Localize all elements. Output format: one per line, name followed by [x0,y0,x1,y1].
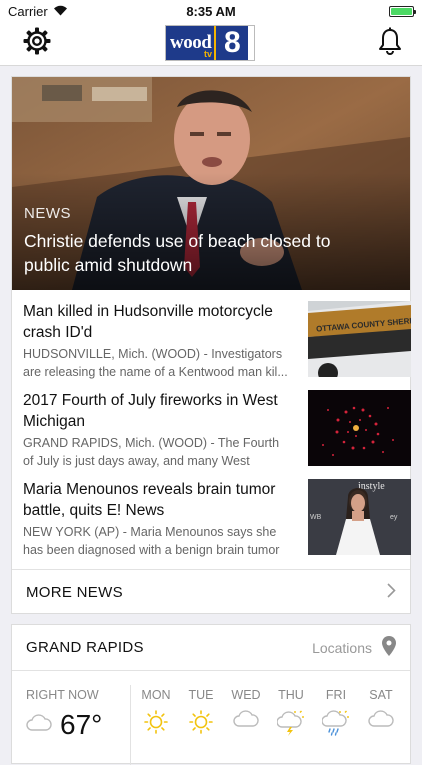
story-summary: GRAND RAPIDS, Mich. (WOOD) - The Fourth … [23,436,280,468]
cloud-icon [361,710,401,728]
story-title[interactable]: Maria Menounos reveals brain tumor battl… [23,479,289,521]
nav-bar: wood 8 tv [0,22,422,66]
story-thumbnail[interactable]: instyle WB ey [308,479,411,555]
gear-icon[interactable] [22,26,52,61]
logo-number: 8 [214,26,249,60]
story-title[interactable]: Man killed in Hudsonville motorcycle cra… [23,301,289,343]
story-title[interactable]: 2017 Fourth of July fireworks in West Mi… [23,390,289,432]
weather-card: GRAND RAPIDS Locations RIGHT NOW 67° MON… [11,624,411,765]
forecast-day-label: THU [278,688,304,702]
locations-button[interactable]: Locations [312,636,396,659]
sun-icon [136,710,176,734]
locations-label: Locations [312,639,372,656]
station-logo[interactable]: wood 8 tv [165,25,255,61]
more-news-button[interactable]: MORE NEWS [12,569,410,615]
chevron-right-icon [387,582,396,602]
story-summary: NEW YORK (AP) - Maria Menounos says she … [23,525,280,557]
forecast-day-label: MON [141,688,171,702]
weather-city: GRAND RAPIDS [26,639,144,656]
story-item[interactable]: Maria Menounos reveals brain tumor battl… [23,479,411,561]
news-card: NEWS Christie defends use of beach close… [11,76,411,614]
forecast-day-label: WED [231,688,261,702]
hero-headline[interactable]: Christie defends use of beach closed to … [24,229,380,277]
map-pin-icon [382,636,396,659]
wifi-icon [53,4,68,19]
forecast-day-label: FRI [325,688,347,702]
status-bar: Carrier 8:35 AM [0,0,422,22]
cloud-icon [226,710,266,728]
carrier-label: Carrier [8,3,48,19]
battery-icon [389,5,416,17]
sun-icon [181,710,221,734]
weather-header: GRAND RAPIDS Locations [12,625,410,671]
forecast-day-label: SAT [369,688,393,702]
story-item[interactable]: 2017 Fourth of July fireworks in West Mi… [23,390,411,472]
current-temp: 67° [60,709,103,740]
logo-tv: tv [204,49,213,59]
hero-category: NEWS [24,205,71,222]
cloud-icon [26,714,52,737]
rain-sun-icon [316,710,356,736]
divider [130,685,131,765]
story-thumbnail[interactable]: OTTAWA COUNTY SHERIFF [308,301,411,377]
forecast-day-label: TUE [188,688,214,702]
more-news-label: MORE NEWS [26,583,123,601]
thunderstorm-icon [271,710,311,736]
svg-text:ey: ey [390,514,398,521]
hero-story[interactable]: NEWS Christie defends use of beach close… [12,77,410,290]
bell-icon[interactable] [378,27,402,60]
story-summary: HUDSONVILLE, Mich. (WOOD) - Investigator… [23,347,288,379]
right-now-label: RIGHT NOW [26,688,99,702]
story-item[interactable]: Man killed in Hudsonville motorcycle cra… [23,301,411,383]
story-thumbnail[interactable] [308,390,411,466]
svg-text:WB: WB [310,514,322,521]
